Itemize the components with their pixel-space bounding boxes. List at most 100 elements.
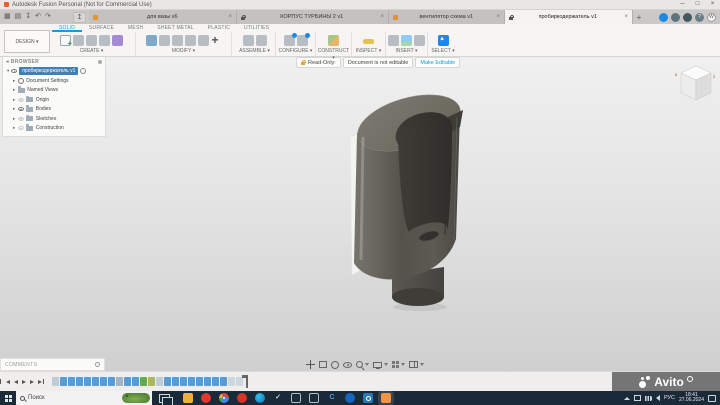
make-editable-chip[interactable]: Make Editable	[415, 57, 461, 68]
timeline-feature-icon[interactable]	[228, 377, 235, 386]
visibility-eye-icon[interactable]	[17, 116, 24, 121]
timeline-feature-icon[interactable]	[172, 377, 179, 386]
blue-ring-app-icon[interactable]	[363, 393, 373, 403]
close-tab-icon[interactable]: ×	[494, 14, 500, 20]
visibility-eye-icon[interactable]	[17, 126, 24, 131]
configuration-icon[interactable]	[283, 32, 297, 46]
group-label-assemble[interactable]: ASSEMBLE ▾	[234, 48, 275, 55]
close-tab-icon[interactable]: ×	[378, 14, 384, 20]
tray-clock[interactable]: 18:41 27.06.2024	[679, 392, 704, 404]
visibility-eye-icon[interactable]	[17, 107, 24, 112]
blue-circle-app-icon[interactable]	[345, 393, 355, 403]
close-button[interactable]: ×	[705, 0, 720, 10]
revolve-icon[interactable]	[86, 34, 97, 46]
doc-tab-4-active[interactable]: пробиркодержатель v1 ×	[505, 10, 633, 24]
edge-icon[interactable]	[255, 393, 265, 403]
go-to-end-button[interactable]	[38, 379, 45, 384]
task-view-icon[interactable]	[159, 393, 173, 405]
group-label-select[interactable]: SELECT ▾	[428, 48, 458, 55]
start-button[interactable]	[0, 391, 16, 405]
timeline-feature-icon[interactable]	[52, 377, 59, 386]
insert-mesh-icon[interactable]	[414, 34, 425, 46]
timeline-feature-icon[interactable]	[148, 377, 155, 386]
create-sketch-icon[interactable]	[60, 34, 72, 48]
caret-down-icon[interactable]	[420, 363, 424, 366]
file-explorer-icon[interactable]	[183, 393, 193, 403]
notifications-icon[interactable]	[683, 12, 692, 22]
step-back-button[interactable]	[14, 379, 18, 384]
tray-chevron-up-icon[interactable]	[623, 396, 630, 400]
pan-icon[interactable]	[306, 360, 315, 369]
root-component-name[interactable]: пробиркодержатель v1	[19, 67, 79, 75]
timeline-feature-icon[interactable]	[76, 377, 83, 386]
timeline-feature-icon[interactable]	[220, 377, 227, 386]
group-label-configure[interactable]: CONFIGURE ▾	[276, 48, 315, 55]
panel-menu-icon[interactable]	[98, 59, 102, 64]
help-icon[interactable]: ?	[695, 12, 704, 22]
timeline-feature-icon[interactable]	[156, 377, 163, 386]
extrude-icon[interactable]	[73, 34, 84, 46]
design-workspace-dropdown[interactable]: DESIGN ▾	[4, 30, 50, 53]
window-app-icon-2[interactable]	[309, 393, 319, 403]
browser-root-item[interactable]: ▾ пробиркодержатель v1	[3, 66, 105, 76]
timeline-feature-icon[interactable]	[108, 377, 115, 386]
group-label-modify[interactable]: MODIFY ▾	[136, 48, 231, 55]
expand-arrow-icon[interactable]: ▸	[13, 106, 15, 112]
browser-item-named-views[interactable]: ▸ Named Views	[3, 86, 105, 96]
fusion-360-app-icon[interactable]	[381, 393, 391, 403]
tab-mesh[interactable]: MESH	[121, 24, 150, 32]
timeline-feature-icon[interactable]	[196, 377, 203, 386]
sweep-icon[interactable]	[99, 34, 110, 46]
viewcube[interactable]: x z	[674, 60, 718, 106]
check-app-icon[interactable]: ✓	[273, 393, 283, 403]
insert-derive-icon[interactable]	[388, 34, 399, 46]
job-status-icon[interactable]	[659, 12, 668, 22]
expand-arrow-icon[interactable]: ▸	[13, 97, 15, 103]
doc-tab-3[interactable]: вентилятор схема v1 ×	[389, 10, 505, 24]
share-button[interactable]: ↥	[73, 11, 86, 23]
model-test-tube-holder[interactable]	[330, 85, 480, 317]
group-label-create[interactable]: CREATE ▾	[48, 48, 135, 55]
timeline-feature-icon[interactable]	[132, 377, 139, 386]
timeline-feature-icon[interactable]	[188, 377, 195, 386]
group-label-construct[interactable]: CONSTRUCT ▾	[316, 48, 351, 62]
caret-down-icon[interactable]	[365, 363, 369, 366]
press-pull-icon[interactable]	[145, 34, 157, 46]
group-label-insert[interactable]: INSERT ▾	[386, 48, 427, 55]
visibility-eye-icon[interactable]	[17, 97, 24, 102]
doc-tab-2[interactable]: КОРПУС ТУРБИНЫ 2 v1 ×	[237, 10, 389, 24]
go-to-start-button[interactable]	[0, 379, 10, 384]
battery-icon[interactable]	[633, 395, 641, 401]
volume-icon[interactable]	[649, 395, 660, 401]
timeline-feature-icon[interactable]	[164, 377, 171, 386]
expand-arrow-icon[interactable]: ▸	[13, 125, 15, 131]
timeline-feature-icon[interactable]	[236, 377, 243, 386]
combine-icon[interactable]	[184, 34, 196, 46]
look-at-icon[interactable]	[343, 361, 352, 368]
new-tab-button[interactable]: +	[633, 10, 645, 24]
timeline-feature-icon[interactable]	[84, 377, 91, 386]
expand-arrow-icon[interactable]: ▾	[7, 68, 9, 74]
measure-icon[interactable]	[363, 39, 374, 44]
tab-surface[interactable]: SURFACE	[82, 24, 121, 32]
timeline-position-marker[interactable]	[242, 375, 248, 388]
group-label-inspect[interactable]: INSPECT ▾	[352, 48, 385, 55]
fillet-icon[interactable]	[158, 34, 170, 46]
language-indicator[interactable]: РУС	[664, 395, 675, 401]
close-tab-icon[interactable]: ×	[622, 14, 628, 20]
caret-down-icon[interactable]	[384, 363, 388, 366]
shell-icon[interactable]	[171, 34, 183, 46]
decal-icon[interactable]	[401, 34, 412, 46]
grid-display-icon[interactable]	[392, 361, 395, 364]
maximize-button[interactable]: □	[690, 0, 705, 10]
collapse-panel-icon[interactable]: ◂	[6, 59, 9, 65]
compass-3d-app-icon[interactable]: C	[327, 393, 337, 403]
browser-item-sketches[interactable]: ▸ Sketches	[3, 114, 105, 124]
new-component-icon[interactable]	[242, 34, 254, 46]
taskbar-search[interactable]: Поиск	[16, 391, 152, 405]
browser-item-construction[interactable]: ▸ Construction	[3, 124, 105, 134]
file-new-icon[interactable]: ▤	[15, 10, 22, 24]
action-center-icon[interactable]	[708, 394, 716, 402]
caret-down-icon[interactable]	[401, 363, 405, 366]
timeline-feature-icon[interactable]	[204, 377, 211, 386]
